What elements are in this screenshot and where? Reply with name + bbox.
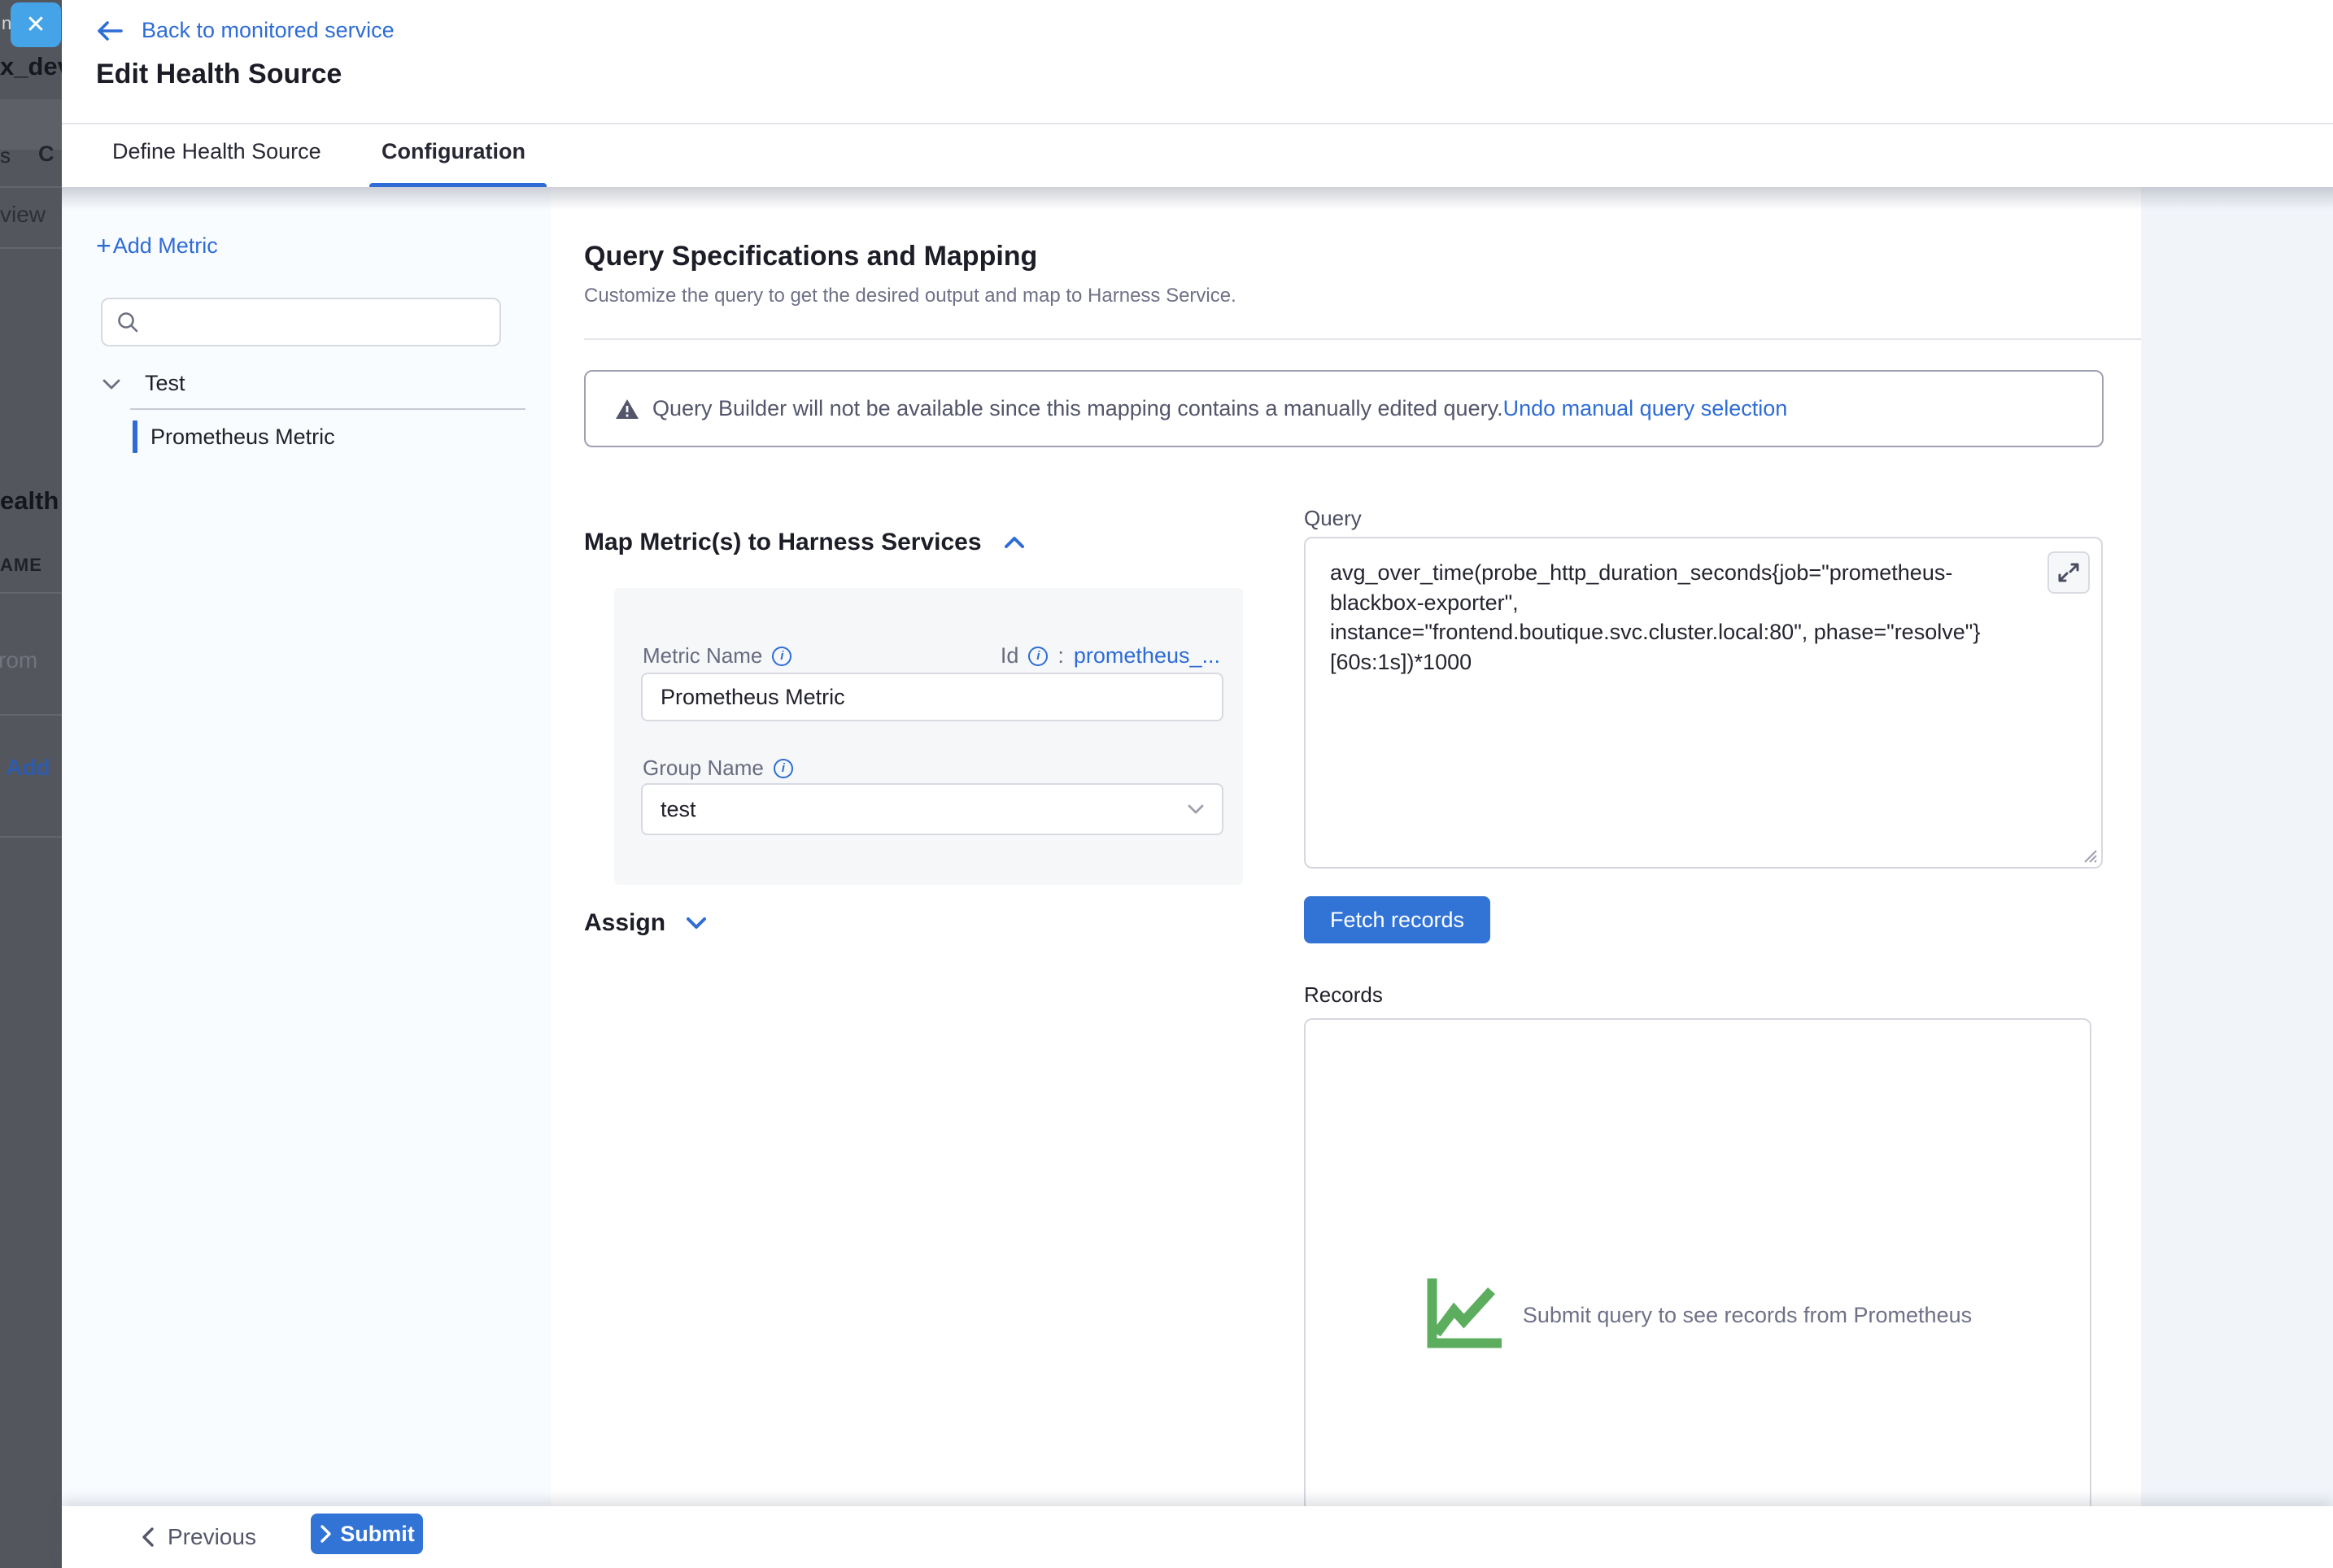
background-text-fragment: s bbox=[0, 143, 11, 168]
resize-handle[interactable] bbox=[2078, 844, 2098, 864]
records-empty-state: Submit query to see records from Prometh… bbox=[1306, 1278, 2090, 1352]
metric-item-label: Prometheus Metric bbox=[150, 425, 335, 450]
page-title: Edit Health Source bbox=[96, 59, 342, 90]
warning-text: Query Builder will not be available sinc… bbox=[652, 396, 1503, 421]
chevron-left-icon bbox=[140, 1527, 156, 1548]
chevron-up-icon bbox=[1003, 534, 1026, 551]
group-name-select[interactable]: test bbox=[641, 783, 1223, 835]
selected-indicator-bar bbox=[133, 420, 137, 453]
metrics-sidebar: + Add Metric Test bbox=[62, 187, 552, 1506]
background-text-fragment: rom bbox=[0, 647, 37, 673]
background-text-fragment: view bbox=[0, 202, 46, 228]
query-label: Query bbox=[1304, 506, 1362, 531]
metric-id-value[interactable]: prometheus_... bbox=[1074, 643, 1220, 669]
background-text-fragment: ealth S bbox=[0, 486, 62, 516]
edit-health-source-screen: n x_dev s C view ealth S AME rom + Add ✕… bbox=[0, 0, 2333, 1568]
add-metric-label: Add Metric bbox=[113, 233, 218, 259]
undo-manual-query-link[interactable]: Undo manual query selection bbox=[1503, 396, 1788, 421]
background-divider bbox=[0, 714, 62, 716]
records-empty-message: Submit query to see records from Prometh… bbox=[1523, 1303, 1972, 1328]
metric-search-box bbox=[101, 298, 501, 346]
submit-button[interactable]: Submit bbox=[311, 1514, 423, 1554]
edit-health-source-modal: Back to monitored service Edit Health So… bbox=[62, 0, 2333, 1568]
tab-define-health-source[interactable]: Define Health Source bbox=[112, 139, 321, 164]
map-metrics-title: Map Metric(s) to Harness Services bbox=[584, 529, 982, 556]
back-link-label: Back to monitored service bbox=[142, 18, 395, 43]
records-panel: Submit query to see records from Prometh… bbox=[1304, 1018, 2091, 1506]
background-text-fragment: + Add bbox=[0, 755, 50, 781]
search-icon bbox=[116, 310, 140, 334]
modal-footer: Previous Submit bbox=[62, 1506, 2333, 1568]
map-metrics-section-header[interactable]: Map Metric(s) to Harness Services bbox=[584, 529, 1026, 556]
tab-bar: Define Health Source Configuration bbox=[62, 124, 2333, 187]
background-divider bbox=[0, 186, 62, 188]
metric-mapping-card: Metric Name i Id i : prometheus_... Grou… bbox=[614, 588, 1243, 885]
modal-body: + Add Metric Test bbox=[62, 187, 2333, 1506]
divider bbox=[130, 408, 525, 410]
metric-id-row: Id i : prometheus_... bbox=[1001, 643, 1220, 669]
divider bbox=[584, 338, 2141, 340]
id-label: Id bbox=[1001, 643, 1019, 669]
group-name-selected-value: test bbox=[661, 797, 696, 822]
group-name-label-text: Group Name bbox=[643, 756, 764, 781]
sidebar-item-prometheus-metric[interactable]: Prometheus Metric bbox=[133, 420, 335, 453]
assign-title: Assign bbox=[584, 909, 665, 937]
group-name-label: Group Name i bbox=[643, 756, 793, 781]
chevron-down-icon bbox=[685, 915, 708, 931]
info-icon[interactable]: i bbox=[774, 759, 793, 778]
chevron-down-icon bbox=[1186, 803, 1206, 816]
metric-group-toggle[interactable]: Test bbox=[101, 371, 185, 396]
add-metric-button[interactable]: + Add Metric bbox=[96, 233, 218, 259]
background-divider bbox=[0, 836, 62, 838]
previous-button[interactable]: Previous bbox=[135, 1506, 261, 1568]
query-text: avg_over_time(probe_http_duration_second… bbox=[1330, 558, 2030, 677]
background-divider bbox=[0, 592, 62, 594]
id-colon: : bbox=[1057, 643, 1064, 669]
close-icon: ✕ bbox=[25, 13, 46, 37]
close-modal-button[interactable]: ✕ bbox=[11, 2, 61, 47]
warning-icon bbox=[615, 398, 639, 420]
metric-name-input[interactable] bbox=[641, 673, 1223, 721]
fetch-records-button[interactable]: Fetch records bbox=[1304, 896, 1490, 943]
section-heading: Query Specifications and Mapping bbox=[584, 241, 1037, 272]
section-subheading: Customize the query to get the desired o… bbox=[584, 285, 1236, 307]
background-overlay-strip: n x_dev s C view ealth S AME rom + Add bbox=[0, 0, 62, 1568]
background-text-fragment: x_dev bbox=[0, 52, 62, 81]
assign-section-header[interactable]: Assign bbox=[584, 909, 708, 937]
tab-configuration[interactable]: Configuration bbox=[382, 139, 525, 164]
back-arrow-icon bbox=[96, 19, 124, 43]
query-builder-warning: Query Builder will not be available sinc… bbox=[584, 370, 2104, 447]
expand-icon bbox=[2056, 560, 2081, 585]
chevron-down-icon bbox=[101, 377, 122, 391]
query-editor[interactable]: avg_over_time(probe_http_duration_second… bbox=[1304, 537, 2103, 869]
expand-query-button[interactable] bbox=[2047, 551, 2090, 594]
records-label: Records bbox=[1304, 982, 1383, 1008]
back-to-monitored-service-link[interactable]: Back to monitored service bbox=[96, 18, 395, 43]
metric-name-label-text: Metric Name bbox=[643, 643, 762, 669]
metric-search-input[interactable] bbox=[150, 310, 499, 335]
info-icon[interactable]: i bbox=[772, 647, 791, 666]
background-text-fragment: AME bbox=[0, 555, 42, 576]
background-divider bbox=[0, 247, 62, 249]
metric-name-label: Metric Name i bbox=[643, 643, 791, 669]
plus-icon: + bbox=[96, 233, 111, 259]
metric-group-name: Test bbox=[145, 371, 185, 396]
query-mapping-panel: Query Specifications and Mapping Customi… bbox=[551, 187, 2141, 1506]
previous-label: Previous bbox=[168, 1524, 256, 1550]
info-icon[interactable]: i bbox=[1028, 647, 1048, 666]
right-gutter bbox=[2141, 187, 2333, 1506]
background-text-fragment: C bbox=[38, 142, 55, 167]
chevron-right-icon bbox=[319, 1524, 332, 1544]
submit-label: Submit bbox=[340, 1522, 415, 1547]
line-chart-icon bbox=[1424, 1278, 1502, 1352]
modal-header: Back to monitored service Edit Health So… bbox=[62, 0, 2333, 124]
